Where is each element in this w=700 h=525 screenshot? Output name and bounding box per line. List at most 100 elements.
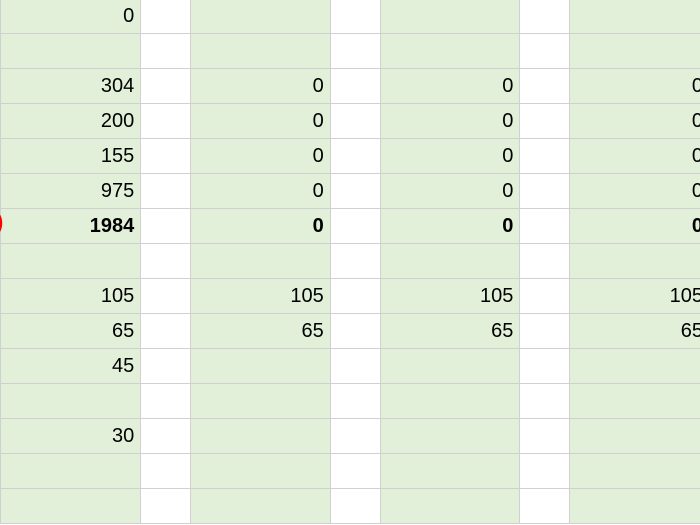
cell[interactable]: 65 [190,314,330,349]
cell[interactable] [520,419,570,454]
cell[interactable] [190,0,330,34]
cell[interactable] [141,34,191,69]
cell[interactable] [330,174,380,209]
cell[interactable] [520,314,570,349]
cell[interactable]: 0 [570,174,700,209]
cell[interactable] [520,454,570,489]
cell[interactable] [520,279,570,314]
cell[interactable]: 30 [1,419,141,454]
cell[interactable]: 45 [1,349,141,384]
cell[interactable] [190,419,330,454]
cell[interactable]: 0 [570,209,700,244]
cell[interactable] [190,384,330,419]
cell[interactable] [141,419,191,454]
cell[interactable] [141,69,191,104]
cell[interactable] [190,349,330,384]
cell[interactable] [570,384,700,419]
cell[interactable]: 0 [380,174,520,209]
cell[interactable]: 0 [190,139,330,174]
cell[interactable] [141,489,191,524]
cell[interactable]: 65 [380,314,520,349]
cell[interactable] [330,34,380,69]
cell[interactable] [330,139,380,174]
cell[interactable] [141,244,191,279]
cell[interactable]: 65 [570,314,700,349]
cell[interactable]: 0 [190,104,330,139]
cell[interactable] [190,454,330,489]
cell[interactable]: 0 [1,0,141,34]
cell[interactable]: 0 [380,104,520,139]
cell[interactable] [190,489,330,524]
cell[interactable] [570,454,700,489]
cell[interactable] [570,349,700,384]
cell[interactable]: 0 [380,209,520,244]
cell[interactable] [330,384,380,419]
cell[interactable] [141,209,191,244]
cell[interactable] [330,419,380,454]
cell[interactable] [380,349,520,384]
cell[interactable] [380,489,520,524]
cell[interactable] [141,454,191,489]
cell[interactable] [520,244,570,279]
cell[interactable] [520,0,570,34]
cell[interactable] [520,489,570,524]
cell[interactable] [141,174,191,209]
cell[interactable] [1,454,141,489]
cell[interactable] [520,384,570,419]
cell[interactable] [520,349,570,384]
cell[interactable] [330,489,380,524]
cell[interactable] [380,0,520,34]
cell[interactable] [141,314,191,349]
cell[interactable]: 105 [570,279,700,314]
cell[interactable]: 0 [380,69,520,104]
cell[interactable]: 200 [1,104,141,139]
cell[interactable] [330,104,380,139]
cell[interactable] [190,244,330,279]
cell[interactable] [330,279,380,314]
cell[interactable] [380,419,520,454]
cell[interactable]: 975 [1,174,141,209]
cell[interactable]: 0 [190,209,330,244]
cell[interactable]: 0 [380,139,520,174]
cell[interactable] [141,0,191,34]
cell[interactable] [141,104,191,139]
cell[interactable] [1,244,141,279]
cell[interactable]: 0 [190,69,330,104]
cell[interactable] [141,384,191,419]
cell[interactable] [570,489,700,524]
cell[interactable] [380,34,520,69]
cell[interactable] [1,489,141,524]
cell[interactable] [570,244,700,279]
cell[interactable] [141,279,191,314]
cell[interactable] [330,69,380,104]
cell[interactable] [520,174,570,209]
cell[interactable]: 0 [190,174,330,209]
cell[interactable]: 105 [190,279,330,314]
cell[interactable] [520,34,570,69]
cell[interactable]: 0 [570,104,700,139]
cell[interactable] [330,314,380,349]
cell[interactable]: 155 [1,139,141,174]
cell[interactable]: 105 [1,279,141,314]
cell[interactable] [330,454,380,489]
cell[interactable]: 105 [380,279,520,314]
cell[interactable] [520,139,570,174]
cell[interactable] [1,34,141,69]
cell[interactable] [380,384,520,419]
cell[interactable] [330,209,380,244]
cell[interactable] [570,34,700,69]
cell[interactable] [570,0,700,34]
cell[interactable] [380,244,520,279]
cell[interactable] [380,454,520,489]
cell[interactable] [330,349,380,384]
cell[interactable] [330,244,380,279]
cell[interactable] [520,209,570,244]
cell[interactable] [141,139,191,174]
cell[interactable] [520,104,570,139]
cell[interactable] [520,69,570,104]
cell[interactable]: 0 [570,139,700,174]
cell[interactable] [330,0,380,34]
cell[interactable]: 304 [1,69,141,104]
cell[interactable] [570,419,700,454]
cell[interactable]: 65 [1,314,141,349]
